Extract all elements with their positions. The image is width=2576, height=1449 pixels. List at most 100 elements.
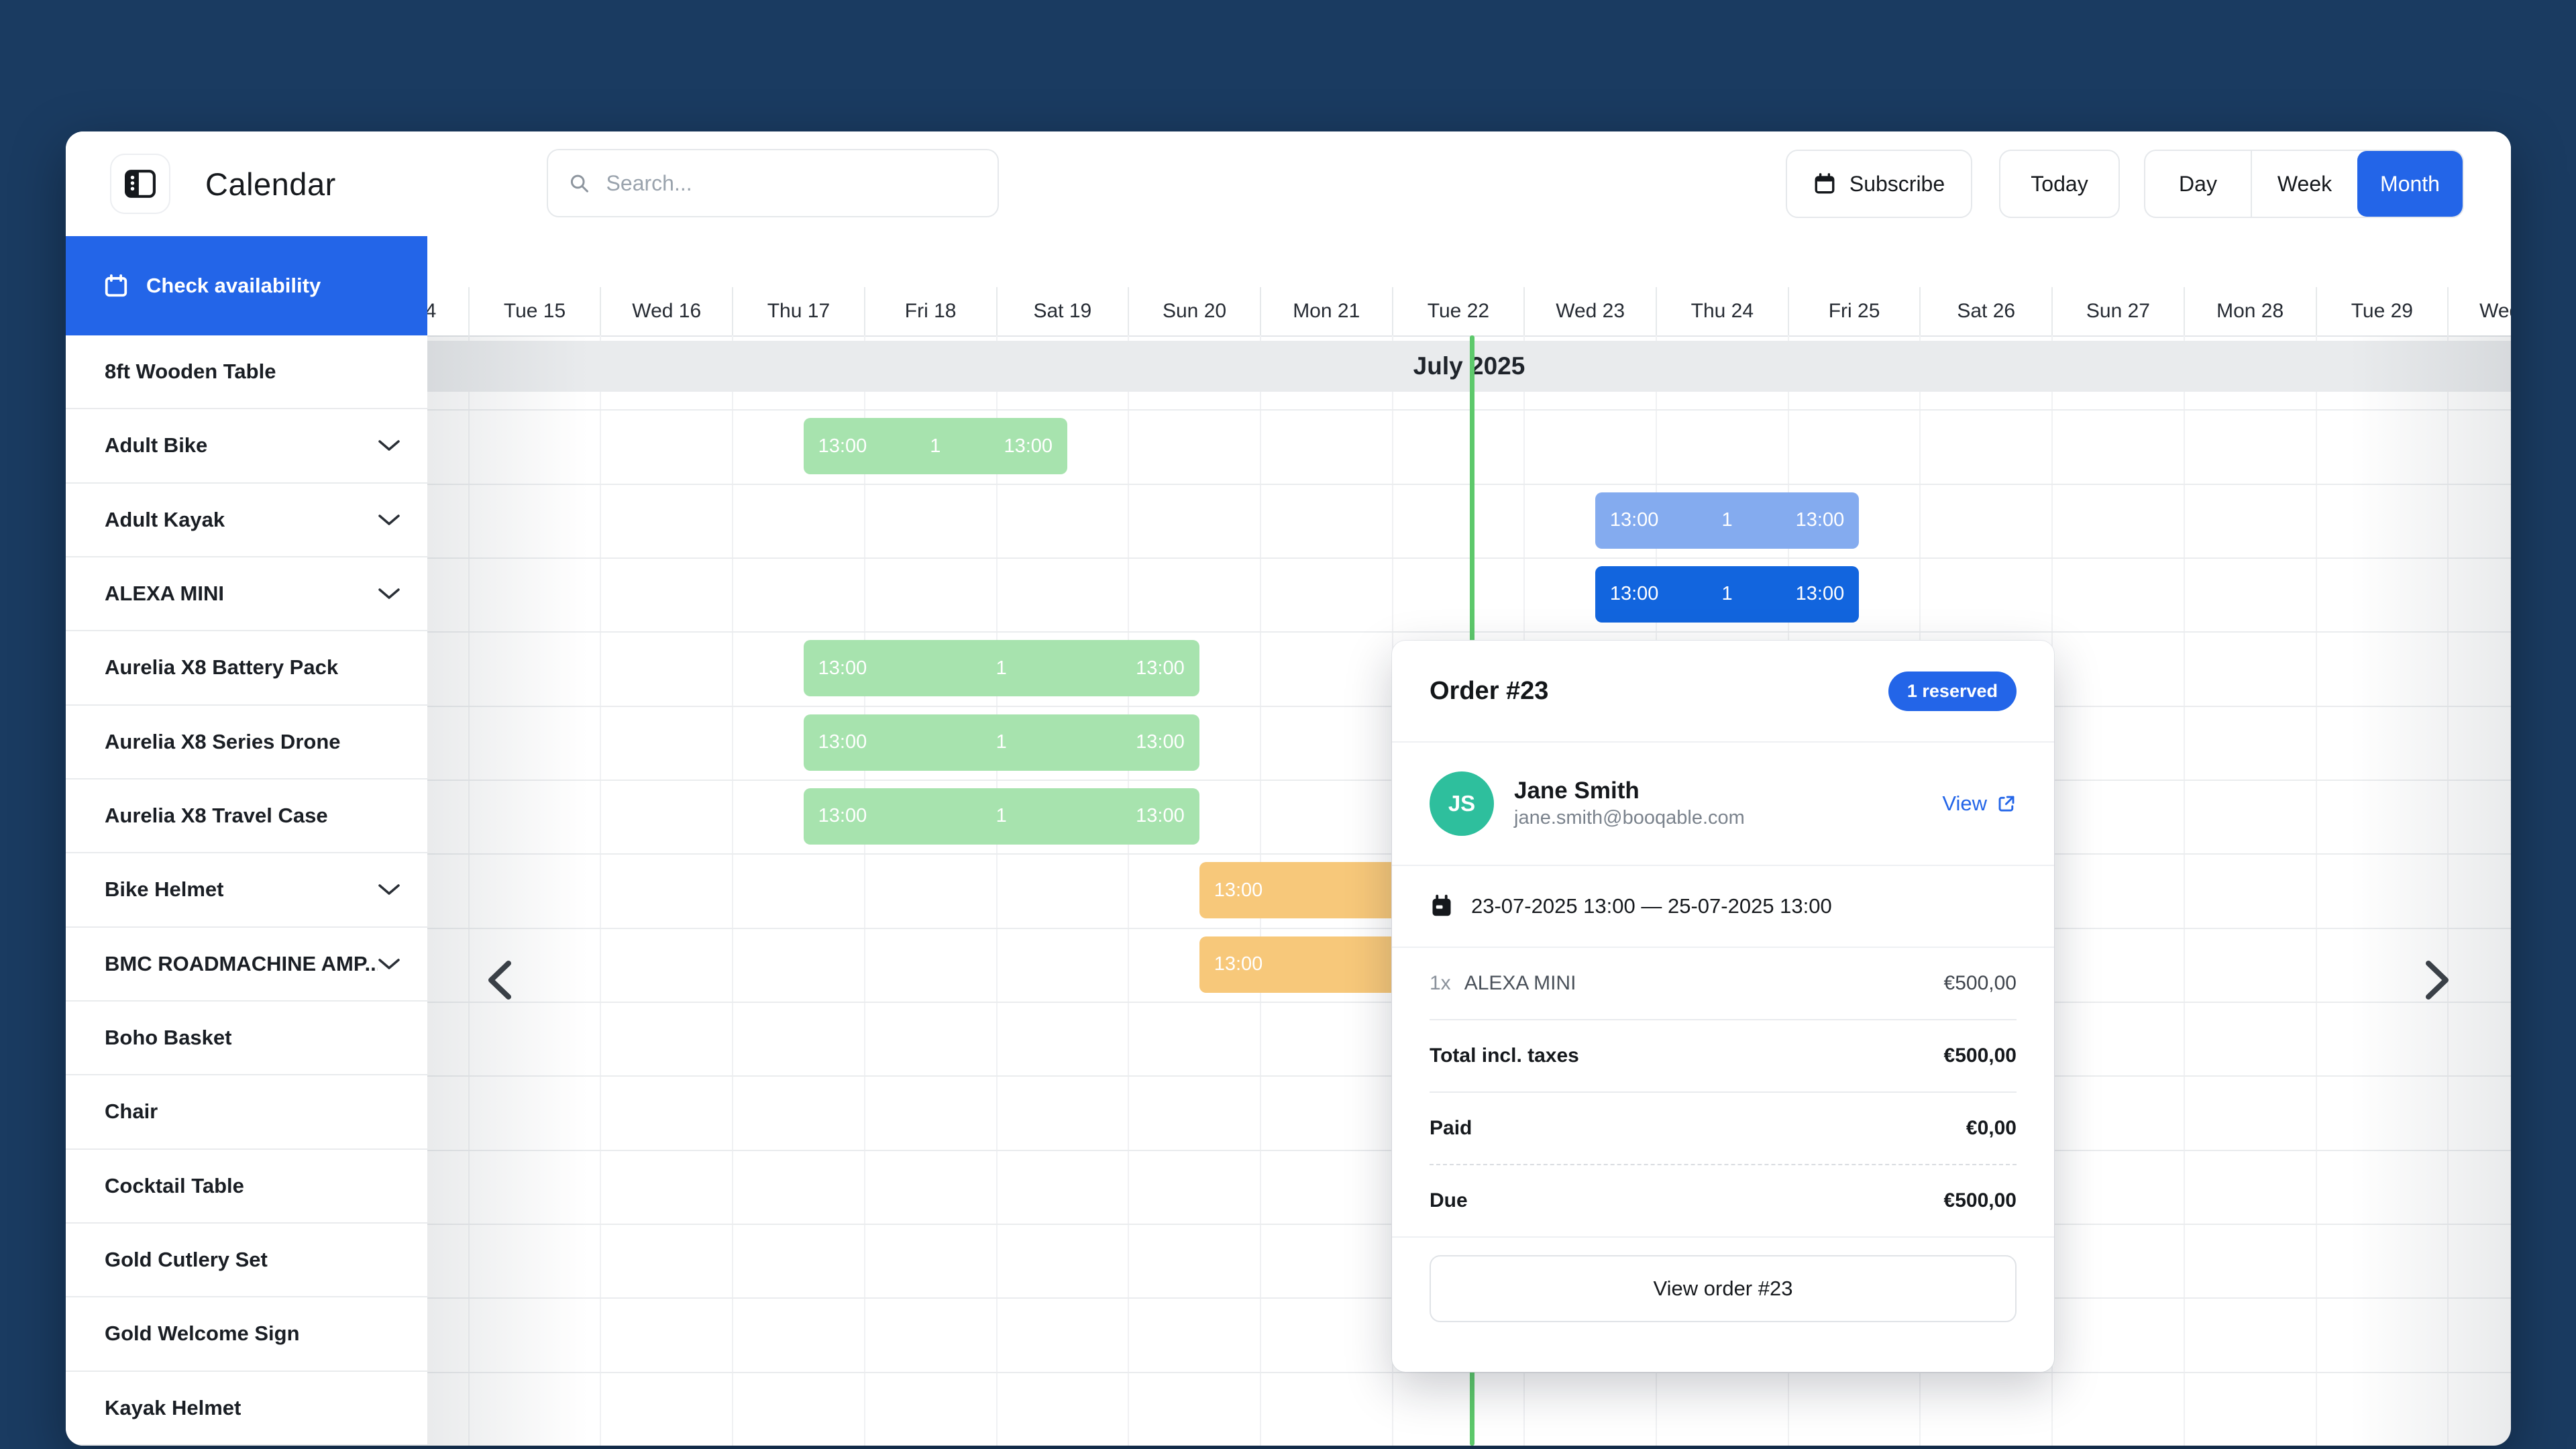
day-header-cell: Sun 20 <box>1128 287 1260 335</box>
grid-column-line <box>600 335 601 1446</box>
scroll-right-button[interactable] <box>2414 950 2461 1010</box>
grid-column-line <box>468 335 470 1446</box>
sidebar-toggle-button[interactable] <box>110 154 170 214</box>
sidebar-item-bmc-roadmachine-amp[interactable]: BMC ROADMACHINE AMP... <box>66 928 427 1002</box>
search-box[interactable] <box>547 149 999 217</box>
scroll-left-button[interactable] <box>476 950 523 1010</box>
day-header-cell: Fri 25 <box>1788 287 1920 335</box>
customer-name: Jane Smith <box>1514 776 1922 806</box>
calendar-grid[interactable]: July 2025 Mon 14Tue 15Wed 16Thu 17Fri 18… <box>66 236 2511 1446</box>
page-title: Calendar <box>205 131 336 236</box>
grid-row-line <box>66 1372 2511 1373</box>
day-header-cell: Sat 26 <box>1919 287 2051 335</box>
reservation-block-alexa-mini[interactable]: 13:00113:00 <box>1595 566 1859 623</box>
reservation-end-time: 13:00 <box>1136 805 1185 827</box>
grid-row-line <box>66 780 2511 781</box>
total-label: Total incl. taxes <box>1430 1044 1579 1067</box>
search-icon <box>568 171 590 195</box>
reservation-quantity: 1 <box>1721 583 1732 605</box>
reservation-start-time: 13:00 <box>1610 509 1659 531</box>
customer-row: JS Jane Smith jane.smith@booqable.com Vi… <box>1392 743 2054 865</box>
today-label: Today <box>2031 172 2088 197</box>
paid-label: Paid <box>1430 1117 1472 1140</box>
sidebar-item-label: Boho Basket <box>105 1026 400 1050</box>
grid-row-line <box>66 853 2511 855</box>
view-month[interactable]: Month <box>2357 151 2463 217</box>
sidebar-item-boho-basket[interactable]: Boho Basket <box>66 1002 427 1075</box>
sidebar-item-adult-bike[interactable]: Adult Bike <box>66 409 427 483</box>
reservation-block-aurelia-x8-battery-pack[interactable]: 13:00113:00 <box>804 640 1199 696</box>
order-popover-header: Order #23 1 reserved <box>1392 641 2054 741</box>
line-item-name: ALEXA MINI <box>1464 972 1576 994</box>
grid-row-line <box>66 1224 2511 1225</box>
reservation-block-aurelia-x8-travel-case[interactable]: 13:00113:00 <box>804 788 1199 845</box>
sidebar-item-8ft-wooden-table[interactable]: 8ft Wooden Table <box>66 335 427 409</box>
reservation-start-time: 13:00 <box>1214 879 1263 902</box>
grid-column-line <box>1128 335 1129 1446</box>
sidebar-item-alexa-mini[interactable]: ALEXA MINI <box>66 557 427 631</box>
grid-row-line <box>66 631 2511 633</box>
check-availability-button[interactable]: Check availability <box>66 236 427 335</box>
sidebar-item-adult-kayak[interactable]: Adult Kayak <box>66 484 427 557</box>
reservation-start-time: 13:00 <box>1214 953 1263 975</box>
check-availability-label: Check availability <box>146 274 321 298</box>
view-switcher: Day Week Month <box>2144 150 2464 218</box>
grid-column-line <box>2184 335 2185 1446</box>
subscribe-button[interactable]: Subscribe <box>1786 150 1972 218</box>
scroll-fade-left <box>427 335 588 1446</box>
day-header-cell: Mon 28 <box>2184 287 2316 335</box>
reservation-end-time: 13:00 <box>1796 583 1845 605</box>
sidebar-item-gold-welcome-sign[interactable]: Gold Welcome Sign <box>66 1297 427 1371</box>
sidebar-item-bike-helmet[interactable]: Bike Helmet <box>66 853 427 927</box>
grid-row-line <box>66 1297 2511 1299</box>
rental-period: 23-07-2025 13:00 — 25-07-2025 13:00 <box>1471 894 1832 918</box>
sidebar-item-label: Aurelia X8 Series Drone <box>105 730 400 754</box>
sidebar-item-aurelia-x8-series-drone[interactable]: Aurelia X8 Series Drone <box>66 706 427 780</box>
calendar-icon <box>1813 172 1836 195</box>
grid-row-line <box>66 409 2511 411</box>
view-order-button[interactable]: View order #23 <box>1430 1255 2017 1322</box>
avatar: JS <box>1430 771 1494 836</box>
view-customer-link[interactable]: View <box>1942 792 2017 816</box>
grid-row-line <box>66 928 2511 929</box>
subscribe-label: Subscribe <box>1849 172 1945 197</box>
sidebar-item-label: Aurelia X8 Battery Pack <box>105 655 400 680</box>
today-button[interactable]: Today <box>1999 150 2120 218</box>
sidebar-item-cocktail-table[interactable]: Cocktail Table <box>66 1150 427 1224</box>
sidebar-item-gold-cutlery-set[interactable]: Gold Cutlery Set <box>66 1224 427 1297</box>
chevron-right-icon <box>2422 959 2453 1001</box>
sidebar-item-aurelia-x8-battery-pack[interactable]: Aurelia X8 Battery Pack <box>66 631 427 705</box>
grid-row-line <box>66 1002 2511 1003</box>
reservation-end-time: 13:00 <box>1136 657 1185 680</box>
total-amount: €500,00 <box>1944 1044 2017 1067</box>
reservation-quantity: 1 <box>930 435 941 458</box>
due-label: Due <box>1430 1189 1468 1212</box>
reservation-block-adult-kayak[interactable]: 13:00113:00 <box>1595 492 1859 549</box>
paid-row: Paid €0,00 <box>1430 1091 2017 1164</box>
calendar-icon <box>103 273 129 299</box>
reservation-quantity: 1 <box>996 657 1007 680</box>
order-popover-footer: View order #23 <box>1392 1238 2054 1322</box>
sidebar-item-kayak-helmet[interactable]: Kayak Helmet <box>66 1372 427 1446</box>
sidebar-item-chair[interactable]: Chair <box>66 1075 427 1149</box>
view-day[interactable]: Day <box>2145 151 2251 217</box>
reservation-block-aurelia-x8-series-drone[interactable]: 13:00113:00 <box>804 714 1199 771</box>
view-week[interactable]: Week <box>2251 151 2357 217</box>
sidebar-item-list: 8ft Wooden Table Adult Bike Adult KayakALE… <box>66 335 427 1446</box>
scroll-fade-right <box>2350 335 2511 1446</box>
search-input[interactable] <box>605 170 977 197</box>
due-amount: €500,00 <box>1944 1189 2017 1212</box>
sidebar-item-aurelia-x8-travel-case[interactable]: Aurelia X8 Travel Case <box>66 780 427 853</box>
sidebar-item-label: Adult Bike <box>105 433 378 458</box>
customer-info: Jane Smith jane.smith@booqable.com <box>1514 776 1922 830</box>
reservation-end-time: 13:00 <box>1004 435 1053 458</box>
panel-toggle-icon <box>125 170 156 198</box>
reservation-quantity: 1 <box>996 805 1007 827</box>
order-popover: Order #23 1 reserved JS Jane Smith jane.… <box>1392 641 2054 1372</box>
sidebar-item-label: Bike Helmet <box>105 877 378 902</box>
order-line-item: 1xALEXA MINI €500,00 <box>1430 948 2017 1019</box>
reservation-block-adult-bike[interactable]: 13:00113:00 <box>804 418 1067 474</box>
day-header-cell: Sun 27 <box>2051 287 2184 335</box>
day-header-cell: Wed 23 <box>1523 287 1656 335</box>
day-header-cell: Mon 21 <box>1260 287 1392 335</box>
